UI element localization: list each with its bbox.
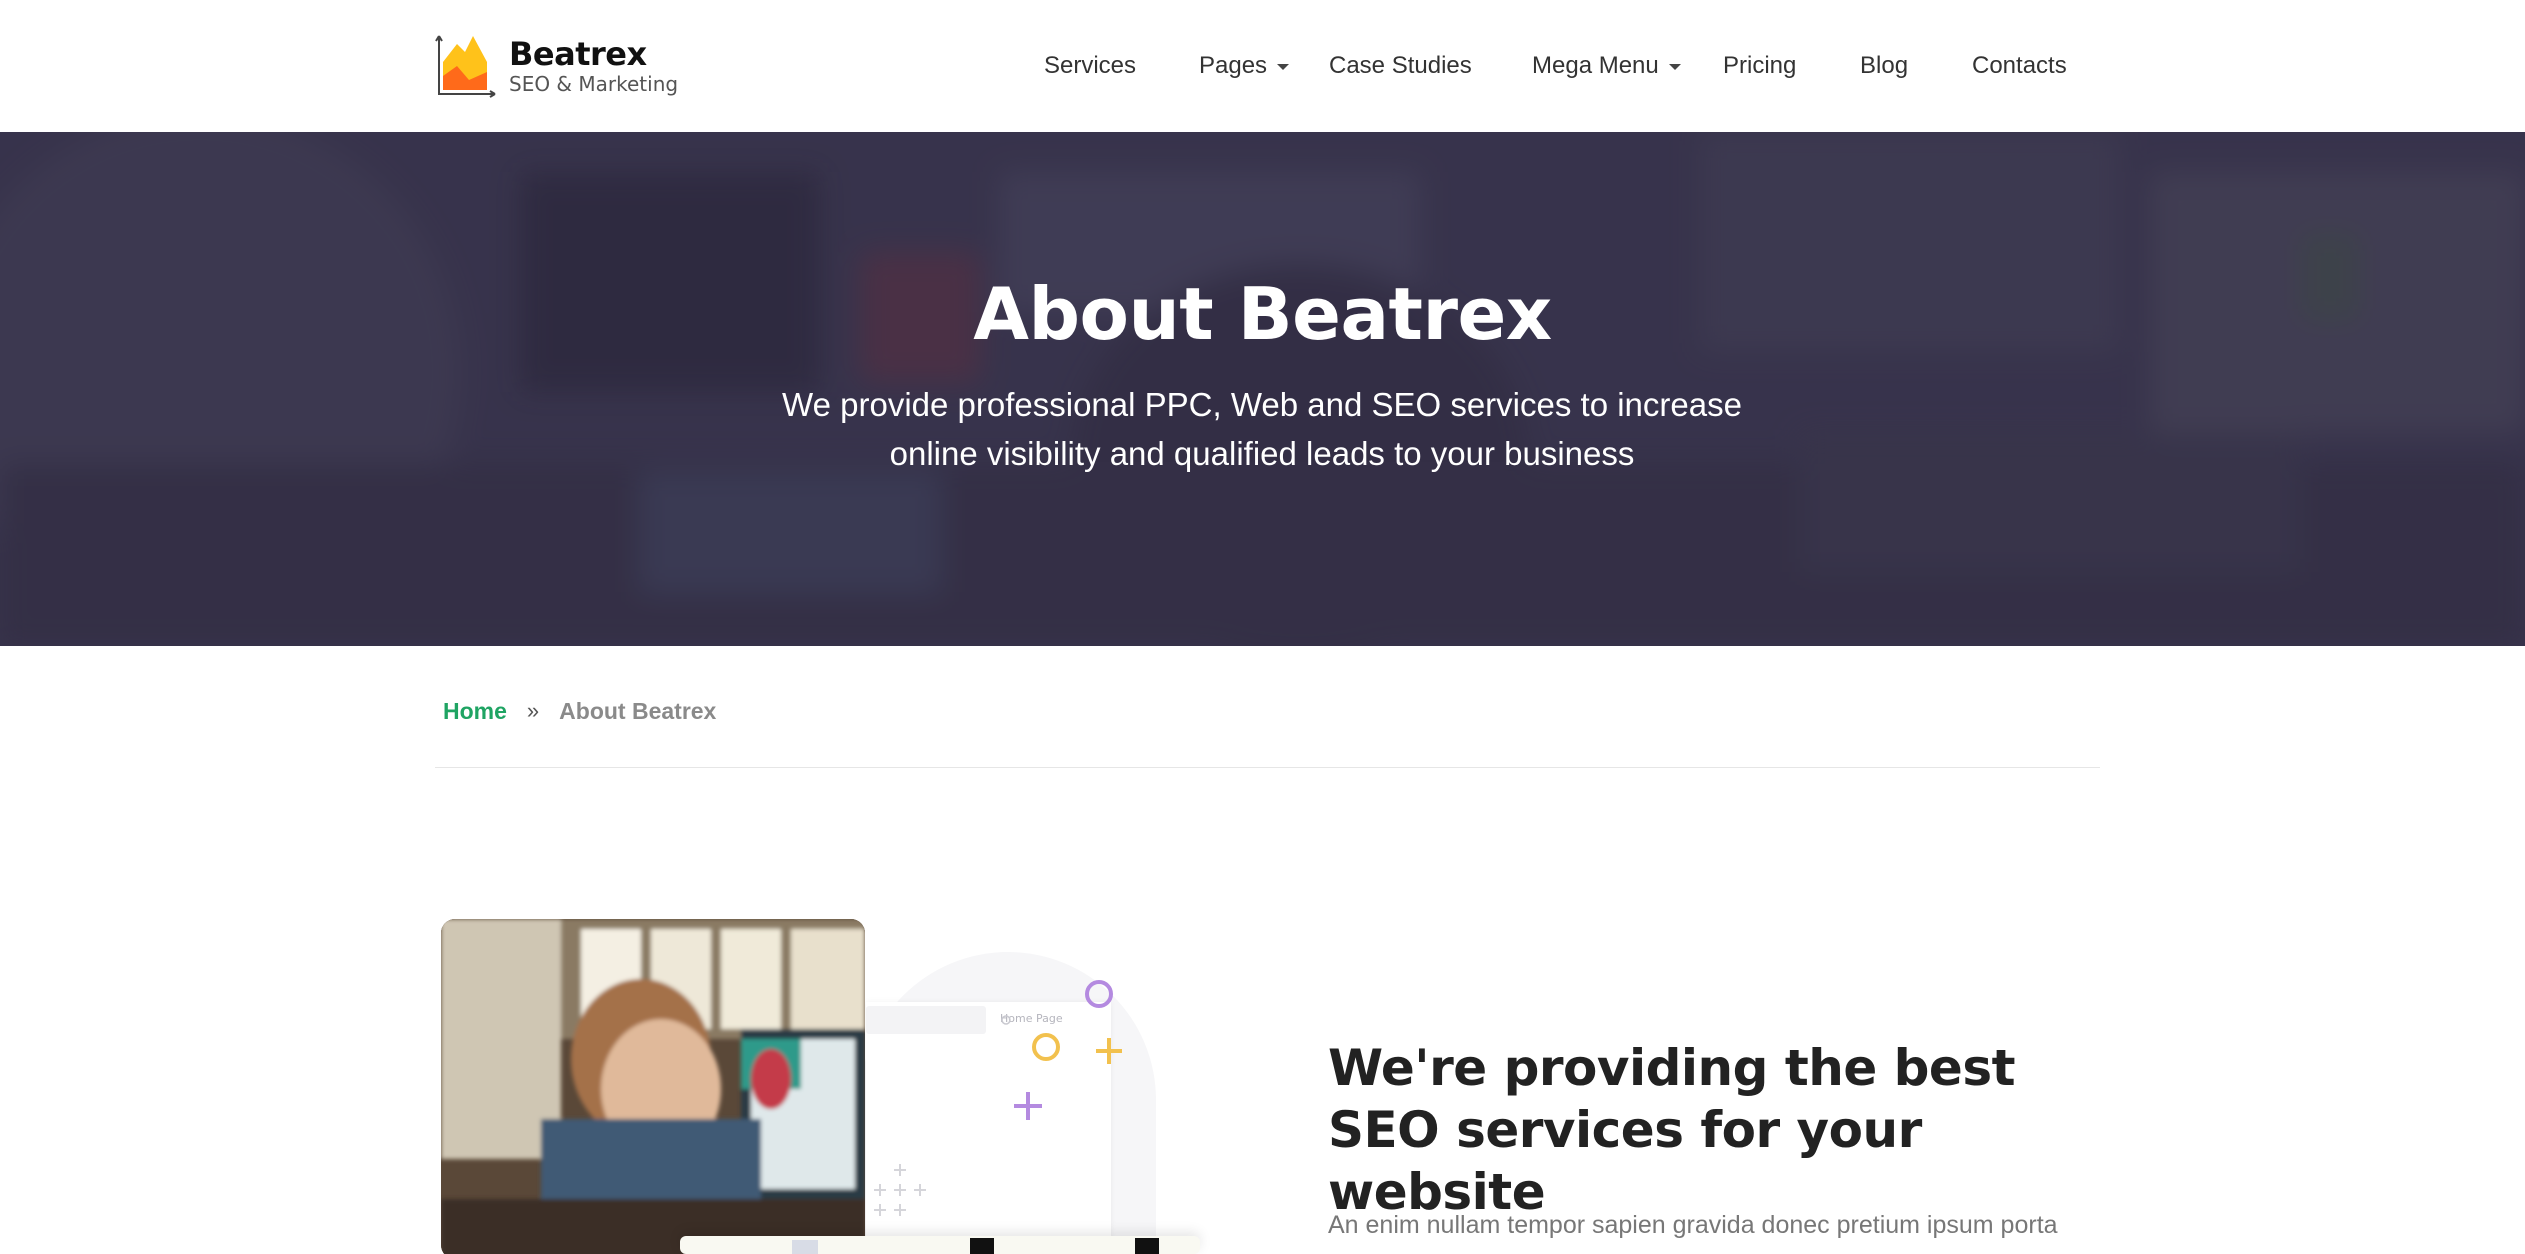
nav-item-pricing[interactable]: Pricing: [1723, 46, 1796, 86]
purple-plus-icon: [1014, 1092, 1042, 1120]
nav-item-pages[interactable]: Pages: [1199, 46, 1290, 86]
hero-subtitle: We provide professional PPC, Web and SEO…: [782, 386, 1742, 472]
nav-label: Pages: [1199, 52, 1268, 79]
nav-item-blog[interactable]: Blog: [1860, 46, 1908, 86]
brand-logo[interactable]: Beatrex SEO & Marketing: [435, 32, 695, 102]
brand-name: Beatrex: [509, 35, 647, 73]
yellow-plus-icon: [1096, 1038, 1122, 1064]
nav-item-case-studies[interactable]: Case Studies: [1329, 46, 1472, 86]
breadcrumb: Home » About Beatrex: [443, 696, 716, 726]
decorative-shapes: [874, 980, 1122, 1216]
nav-label: Case Studies: [1329, 52, 1472, 79]
chevron-down-icon: [1668, 64, 1681, 70]
nav-item-mega-menu[interactable]: Mega Menu: [1532, 46, 1681, 86]
nav-label: Blog: [1860, 52, 1909, 79]
breadcrumb-current: About Beatrex: [559, 697, 717, 724]
nav-label: Services: [1044, 52, 1137, 79]
nav-label: Pricing: [1723, 52, 1797, 79]
chevron-down-icon: [1277, 64, 1290, 70]
hero-banner: About Beatrex We provide professional PP…: [0, 132, 2525, 646]
purple-ring-icon: [1085, 980, 1113, 1008]
section-divider: [435, 767, 2100, 768]
nav-label: Mega Menu: [1532, 52, 1659, 79]
breadcrumb-home-link[interactable]: Home: [443, 698, 507, 725]
logo-chart-icon: [435, 32, 497, 98]
site-header: Beatrex SEO & Marketing Services Pages C…: [0, 0, 2525, 132]
nav-label: Contacts: [1972, 52, 2067, 79]
yellow-ring-icon: [1032, 1033, 1060, 1061]
about-body-text: An enim nullam tempor sapien gravida don…: [1328, 1211, 2058, 1239]
page-title: About Beatrex: [973, 272, 1552, 356]
about-heading: We're providing the best SEO services fo…: [1328, 1039, 2016, 1221]
nav-item-services[interactable]: Services: [1044, 46, 1136, 86]
nav-item-contacts[interactable]: Contacts: [1972, 46, 2067, 86]
mockup-device-bottom: [680, 1236, 1200, 1254]
team-working-photo: [441, 919, 865, 1254]
grid-dots-pattern: [874, 1164, 926, 1216]
mockup-home-icon: [1001, 1015, 1011, 1025]
brand-tagline: SEO & Marketing: [509, 72, 679, 96]
breadcrumb-separator: »: [526, 698, 540, 723]
